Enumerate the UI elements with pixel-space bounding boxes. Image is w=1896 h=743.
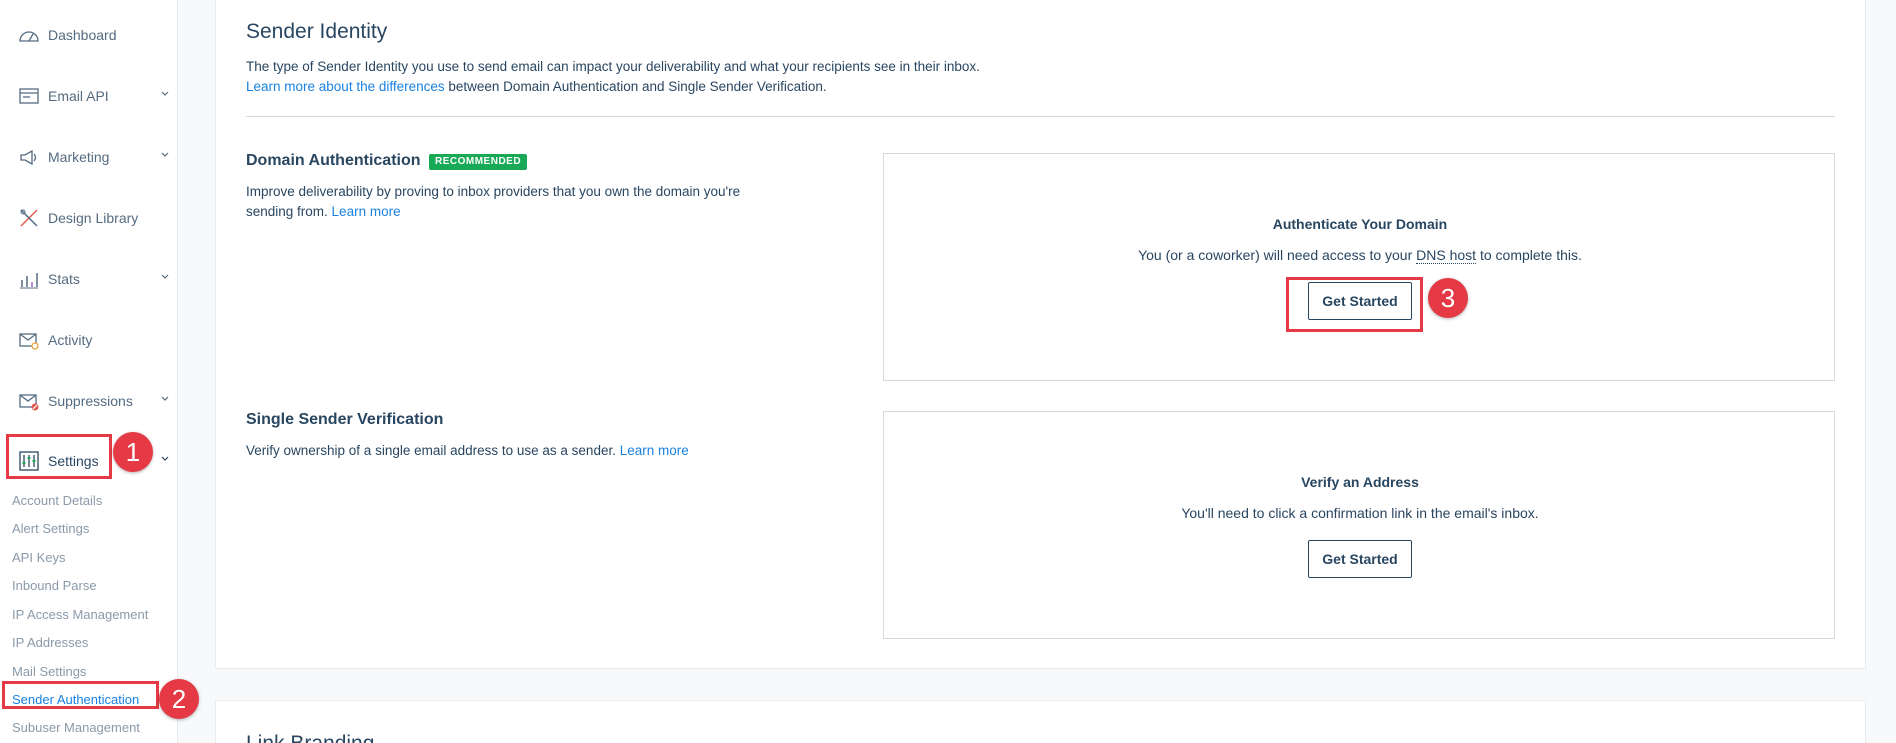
- sidebar-item-suppressions[interactable]: Suppressions: [0, 381, 178, 421]
- design-library-icon: [18, 207, 40, 229]
- sidebar-item-email-api[interactable]: Email API: [0, 76, 178, 116]
- sidebar-item-label: Suppressions: [48, 393, 133, 409]
- verify-address-description: You'll need to click a confirmation link…: [1181, 505, 1539, 521]
- sidebar-item-label: Design Library: [48, 210, 139, 226]
- sidebar-subitem-alert-settings[interactable]: Alert Settings: [12, 521, 89, 536]
- sidebar-item-label: Marketing: [48, 149, 110, 165]
- chevron-down-icon[interactable]: [160, 272, 170, 282]
- authenticate-domain-box: Authenticate Your Domain You (or a cowor…: [883, 153, 1835, 381]
- page-title: Sender Identity: [246, 20, 388, 43]
- sidebar: Dashboard Email API Marketing Design Lib…: [0, 0, 178, 743]
- settings-highlight: [6, 434, 112, 479]
- sidebar-subitem-inbound-parse[interactable]: Inbound Parse: [12, 578, 97, 593]
- sidebar-subitem-ip-access-management[interactable]: IP Access Management: [12, 607, 148, 622]
- suppressions-icon: [18, 390, 40, 412]
- dns-desc-pre: You (or a coworker) will need access to …: [1138, 247, 1417, 263]
- single-sender-description: Verify ownership of a single email addre…: [246, 443, 620, 458]
- sidebar-subitem-api-keys[interactable]: API Keys: [12, 550, 65, 565]
- domain-auth-description-line2: sending from. Learn more: [246, 202, 401, 222]
- learn-more-differences-link[interactable]: Learn more about the differences: [246, 79, 445, 94]
- dns-desc-post: to complete this.: [1476, 247, 1582, 263]
- chevron-down-icon[interactable]: [160, 394, 170, 404]
- domain-auth-learn-more-link[interactable]: Learn more: [332, 204, 401, 219]
- step-3-marker: 3: [1428, 278, 1468, 318]
- step-2-marker: 2: [159, 679, 199, 719]
- domain-auth-title: Domain Authentication: [246, 152, 421, 169]
- chevron-down-icon[interactable]: [160, 454, 170, 464]
- single-sender-title: Single Sender Verification: [246, 411, 444, 428]
- single-sender-learn-more-link[interactable]: Learn more: [620, 443, 689, 458]
- email-api-icon: [18, 85, 40, 107]
- sidebar-subitem-ip-addresses[interactable]: IP Addresses: [12, 635, 88, 650]
- sidebar-subitem-subuser-management[interactable]: Subuser Management: [12, 720, 140, 735]
- sidebar-subitem-account-details[interactable]: Account Details: [12, 493, 102, 508]
- sidebar-item-design-library[interactable]: Design Library: [0, 198, 178, 238]
- sidebar-item-dashboard[interactable]: Dashboard: [0, 15, 178, 55]
- single-sender-description-line: Verify ownership of a single email addre…: [246, 441, 689, 461]
- sidebar-item-activity[interactable]: Activity: [0, 320, 178, 360]
- chevron-down-icon[interactable]: [160, 89, 170, 99]
- sender-identity-learn-line: Learn more about the differences between…: [246, 77, 827, 97]
- link-branding-title: Link Branding: [246, 732, 374, 743]
- sidebar-item-label: Stats: [48, 271, 80, 287]
- verify-address-title: Verify an Address: [1301, 474, 1419, 490]
- authenticate-domain-title: Authenticate Your Domain: [1272, 216, 1448, 232]
- step-1-marker: 1: [113, 432, 153, 472]
- learn-more-tail-text: between Domain Authentication and Single…: [444, 79, 827, 94]
- sidebar-subitem-mail-settings[interactable]: Mail Settings: [12, 664, 86, 679]
- domain-auth-description-text: sending from.: [246, 204, 332, 219]
- get-started-highlight: [1286, 277, 1423, 332]
- sidebar-item-stats[interactable]: Stats: [0, 259, 178, 299]
- dns-host-term[interactable]: DNS host: [1416, 247, 1477, 264]
- single-sender-get-started-button[interactable]: Get Started: [1308, 540, 1412, 578]
- activity-icon: [18, 329, 40, 351]
- marketing-icon: [18, 146, 40, 168]
- chevron-down-icon[interactable]: [160, 150, 170, 160]
- sidebar-item-label: Email API: [48, 88, 109, 104]
- verify-address-box: Verify an Address You'll need to click a…: [883, 411, 1835, 639]
- recommended-badge: RECOMMENDED: [429, 154, 528, 170]
- domain-auth-description-line1: Improve deliverability by proving to inb…: [246, 184, 741, 199]
- sender-authentication-highlight: [2, 681, 159, 709]
- section-divider: [246, 116, 1835, 117]
- dashboard-icon: [18, 24, 40, 46]
- authenticate-domain-description: You (or a coworker) will need access to …: [884, 247, 1836, 264]
- link-branding-card: [215, 700, 1866, 743]
- sidebar-item-label: Activity: [48, 332, 93, 348]
- sidebar-item-label: Dashboard: [48, 27, 117, 43]
- sidebar-item-marketing[interactable]: Marketing: [0, 137, 178, 177]
- stats-icon: [18, 268, 40, 290]
- sender-identity-description: The type of Sender Identity you use to s…: [246, 59, 980, 74]
